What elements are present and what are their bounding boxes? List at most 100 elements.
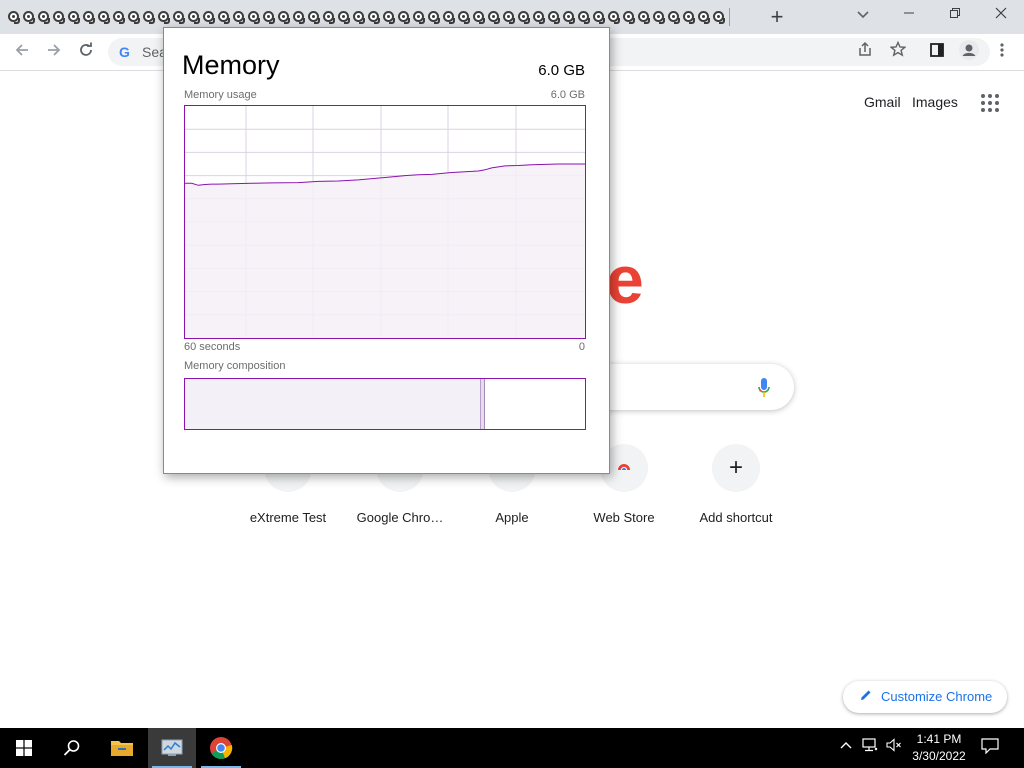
browser-tab[interactable] [246,7,261,25]
browser-tab[interactable] [51,7,66,25]
apps-grid-icon[interactable] [981,94,999,112]
tab-close-icon[interactable] [524,18,530,24]
tab-close-icon[interactable] [719,18,725,24]
browser-tab[interactable] [681,7,696,25]
browser-tab[interactable] [381,7,396,25]
tab-close-icon[interactable] [329,18,335,24]
tab-close-icon[interactable] [119,18,125,24]
tab-close-icon[interactable] [239,18,245,24]
close-window-button[interactable] [978,0,1024,30]
tab-search-button[interactable] [853,6,873,26]
tab-close-icon[interactable] [344,18,350,24]
tab-close-icon[interactable] [509,18,515,24]
tab-close-icon[interactable] [134,18,140,24]
browser-tab[interactable] [351,7,366,25]
browser-tab[interactable] [666,7,681,25]
images-link[interactable]: Images [912,94,958,110]
browser-tab[interactable] [546,7,561,25]
microphone-icon[interactable] [758,378,770,398]
tab-close-icon[interactable] [269,18,275,24]
tab-close-icon[interactable] [314,18,320,24]
browser-tab[interactable] [6,7,21,25]
browser-tab[interactable] [651,7,666,25]
browser-tab[interactable] [171,7,186,25]
minimize-button[interactable] [886,0,932,30]
bookmark-star-icon[interactable] [887,40,909,63]
tab-close-icon[interactable] [254,18,260,24]
reload-button[interactable] [73,40,99,66]
tab-close-icon[interactable] [554,18,560,24]
browser-tab[interactable] [156,7,171,25]
tab-close-icon[interactable] [284,18,290,24]
tab-close-icon[interactable] [539,18,545,24]
browser-tab[interactable] [621,7,636,25]
tab-close-icon[interactable] [59,18,65,24]
start-button[interactable] [0,728,48,768]
browser-tab[interactable] [81,7,96,25]
restore-button[interactable] [932,0,978,30]
browser-tab[interactable] [441,7,456,25]
browser-tab[interactable] [201,7,216,25]
tab-close-icon[interactable] [404,18,410,24]
tab-close-icon[interactable] [149,18,155,24]
tab-close-icon[interactable] [104,18,110,24]
browser-tab[interactable] [96,7,111,25]
browser-tab[interactable] [591,7,606,25]
profile-button[interactable] [956,40,982,66]
tab-close-icon[interactable] [434,18,440,24]
tab-close-icon[interactable] [644,18,650,24]
browser-tab[interactable] [21,7,36,25]
new-tab-button[interactable]: + [764,4,790,30]
tab-close-icon[interactable] [359,18,365,24]
tab-close-icon[interactable] [299,18,305,24]
browser-tab[interactable] [711,7,726,25]
tab-close-icon[interactable] [449,18,455,24]
browser-tab[interactable] [186,7,201,25]
tab-close-icon[interactable] [44,18,50,24]
browser-tab[interactable] [456,7,471,25]
tab-close-icon[interactable] [374,18,380,24]
chevron-up-icon[interactable] [836,738,856,758]
tab-close-icon[interactable] [179,18,185,24]
browser-tab[interactable] [36,7,51,25]
browser-tab[interactable] [561,7,576,25]
notifications-icon[interactable] [980,738,1000,758]
browser-tab[interactable] [636,7,651,25]
tab-close-icon[interactable] [419,18,425,24]
tab-close-icon[interactable] [584,18,590,24]
file-explorer-button[interactable] [98,728,146,768]
menu-button[interactable] [989,40,1015,66]
forward-button[interactable] [41,40,67,66]
browser-tab[interactable] [576,7,591,25]
tab-close-icon[interactable] [194,18,200,24]
browser-tab[interactable] [276,7,291,25]
browser-tab[interactable] [696,7,711,25]
search-button[interactable] [48,728,96,768]
task-manager-button[interactable] [148,728,196,768]
browser-tab[interactable] [336,7,351,25]
browser-tab[interactable] [111,7,126,25]
tab-close-icon[interactable] [659,18,665,24]
tab-close-icon[interactable] [704,18,710,24]
browser-tab[interactable] [471,7,486,25]
tab-close-icon[interactable] [689,18,695,24]
gmail-link[interactable]: Gmail [864,94,901,110]
tab-close-icon[interactable] [224,18,230,24]
back-button[interactable] [9,40,35,66]
tab-close-icon[interactable] [464,18,470,24]
chrome-button[interactable] [197,728,245,768]
browser-tab[interactable] [366,7,381,25]
browser-tab[interactable] [231,7,246,25]
browser-tab[interactable] [426,7,441,25]
tab-close-icon[interactable] [569,18,575,24]
tab-close-icon[interactable] [614,18,620,24]
tab-close-icon[interactable] [14,18,20,24]
system-clock[interactable]: 1:41 PM 3/30/2022 [906,731,972,765]
share-icon[interactable] [854,41,876,63]
tab-close-icon[interactable] [74,18,80,24]
browser-tab[interactable] [396,7,411,25]
volume-muted-icon[interactable] [884,738,904,758]
customize-chrome-button[interactable]: Customize Chrome [843,681,1007,713]
tab-close-icon[interactable] [674,18,680,24]
side-panel-button[interactable] [924,40,950,66]
